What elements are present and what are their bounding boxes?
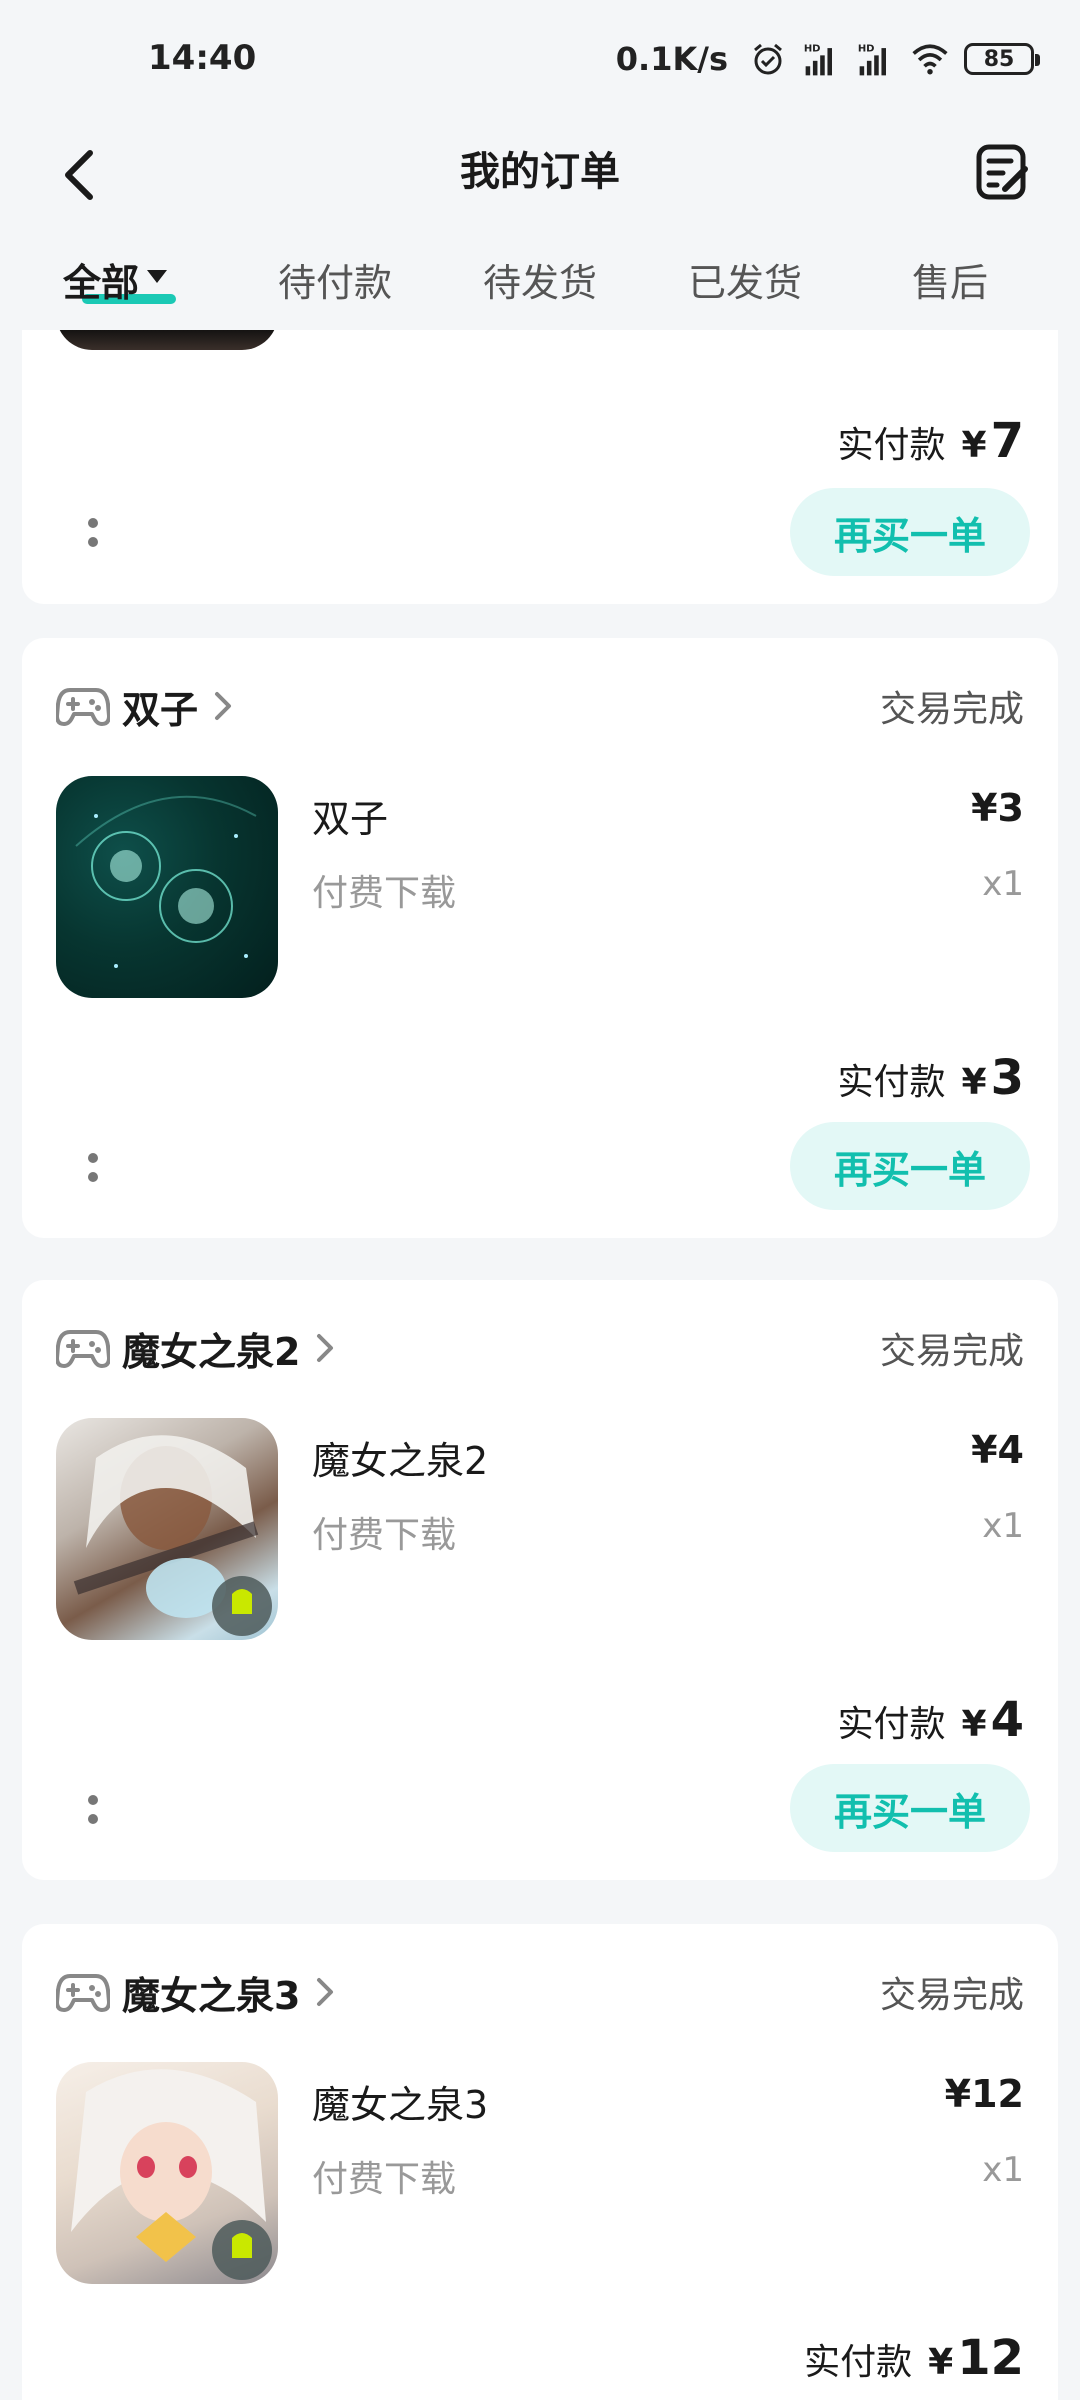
network-speed: 0.1K/s (615, 40, 728, 78)
item-price: ¥3 (971, 786, 1024, 830)
tab-shipped[interactable]: 已发货 (640, 238, 850, 330)
item-type: 付费下载 (312, 2159, 457, 2200)
gamepad-icon (56, 1330, 110, 1368)
gamepad-icon (56, 688, 110, 726)
order-item[interactable]: 魔女之泉3 付费下载 ¥12 x1 (56, 2062, 1024, 2284)
order-card: 魔女之泉2 交易完成 魔女之泉2 付费下载 ¥4 x1 实付款 ¥ 4 再买一单 (22, 1280, 1058, 1880)
item-quantity: x1 (982, 2150, 1024, 2190)
paid-label: 实付款 (837, 425, 946, 466)
more-options-button[interactable] (78, 1784, 108, 1834)
order-card: 双子 交易完成 双子 付费下载 ¥3 x1 实付款 ¥ 3 再买一单 (22, 638, 1058, 1238)
paid-amount-row: 实付款 ¥ 12 (804, 2330, 1024, 2400)
order-status: 交易完成 (879, 1331, 1024, 1372)
order-item[interactable]: 双子 付费下载 ¥3 x1 (56, 776, 1024, 998)
item-type: 付费下载 (312, 873, 457, 914)
paid-amount: 12 (957, 2330, 1024, 2386)
tab-all[interactable]: 全部 (0, 238, 230, 330)
order-status: 交易完成 (879, 689, 1024, 730)
product-thumbnail (56, 2062, 278, 2284)
svg-text:HD: HD (804, 44, 821, 55)
order-edit-button[interactable] (968, 132, 1038, 212)
order-card-header: 魔女之泉3 交易完成 (56, 1962, 1024, 2022)
item-name: 魔女之泉3 (312, 2083, 489, 2127)
item-name: 双子 (312, 797, 389, 841)
chevron-right-icon (317, 1978, 334, 2006)
svg-text:HD: HD (858, 44, 875, 55)
status-bar: 14:40 0.1K/s HD HD 85 (0, 0, 1080, 120)
more-options-button[interactable] (78, 507, 108, 557)
paid-amount-row: 实付款 ¥ 7 (838, 413, 1024, 483)
product-thumbnail (56, 776, 278, 998)
order-status: 交易完成 (879, 1975, 1024, 2016)
item-price: ¥4 (971, 1428, 1024, 1472)
order-list[interactable]: 实付款 ¥ 7 再买一单 双子 交易完成 双子 付费下载 ¥3 x1 实付款 ¥… (0, 330, 1080, 2400)
order-tabs: 全部 待付款 待发货 已发货 售后 (0, 238, 1080, 330)
buy-again-button[interactable]: 再买一单 (790, 1122, 1030, 1210)
item-type: 付费下载 (312, 1515, 457, 1556)
tab-label: 全部 (62, 261, 139, 305)
currency-symbol: ¥ (961, 1704, 987, 1745)
gamepad-icon (56, 1974, 110, 2012)
tab-pending-shipment[interactable]: 待发货 (440, 238, 640, 330)
order-edit-icon (976, 144, 1028, 200)
order-card-header: 魔女之泉2 交易完成 (56, 1318, 1024, 1378)
currency-symbol: ¥ (928, 2342, 954, 2383)
paid-amount: 7 (990, 413, 1024, 469)
tab-label: 待付款 (277, 261, 392, 305)
tab-after-sales[interactable]: 售后 (850, 238, 1050, 330)
wifi-icon (910, 39, 950, 79)
chevron-right-icon (215, 692, 232, 720)
caret-down-icon (147, 270, 167, 283)
paid-amount: 3 (990, 1050, 1024, 1106)
buy-again-button[interactable]: 再买一单 (790, 488, 1030, 576)
status-time: 14:40 (148, 38, 257, 78)
paid-label: 实付款 (837, 1062, 946, 1103)
order-card: 魔女之泉3 交易完成 魔女之泉3 付费下载 ¥12 x1 实付款 ¥ 12 (22, 1924, 1058, 2400)
battery-indicator: 85 (964, 43, 1040, 75)
paid-amount: 4 (990, 1692, 1024, 1748)
paid-label: 实付款 (837, 1704, 946, 1745)
alarm-icon (748, 39, 788, 79)
tab-label: 已发货 (687, 261, 802, 305)
paid-label: 实付款 (804, 2342, 913, 2383)
buy-again-button[interactable]: 再买一单 (790, 1764, 1030, 1852)
signal-hd-icon: HD (856, 39, 896, 79)
chevron-right-icon (317, 1334, 334, 1362)
product-thumbnail (56, 1418, 278, 1640)
paid-amount-row: 实付款 ¥ 4 (838, 1692, 1024, 1762)
more-options-button[interactable] (78, 1142, 108, 1192)
status-icons: 0.1K/s HD HD 85 (615, 34, 1040, 84)
page-title: 我的订单 (460, 149, 620, 195)
item-quantity: x1 (982, 864, 1024, 904)
signal-hd-icon: HD (802, 39, 842, 79)
shop-name[interactable]: 双子 (122, 679, 198, 734)
item-quantity: x1 (982, 1506, 1024, 1546)
item-name: 魔女之泉2 (312, 1439, 489, 1483)
currency-symbol: ¥ (961, 425, 987, 466)
order-card: 实付款 ¥ 7 再买一单 (22, 330, 1058, 604)
order-card-header: 双子 交易完成 (56, 676, 1024, 736)
tab-label: 待发货 (482, 261, 597, 305)
tab-label: 售后 (911, 261, 988, 305)
paid-amount-row: 实付款 ¥ 3 (838, 1050, 1024, 1120)
product-thumbnail (56, 330, 278, 350)
top-nav-bar: 我的订单 (0, 120, 1080, 238)
item-price: ¥12 (944, 2072, 1024, 2116)
currency-symbol: ¥ (961, 1062, 987, 1103)
tab-pending-payment[interactable]: 待付款 (230, 238, 440, 330)
shop-name[interactable]: 魔女之泉3 (122, 1965, 300, 2020)
order-item[interactable]: 魔女之泉2 付费下载 ¥4 x1 (56, 1418, 1024, 1640)
shop-name[interactable]: 魔女之泉2 (122, 1321, 300, 1376)
